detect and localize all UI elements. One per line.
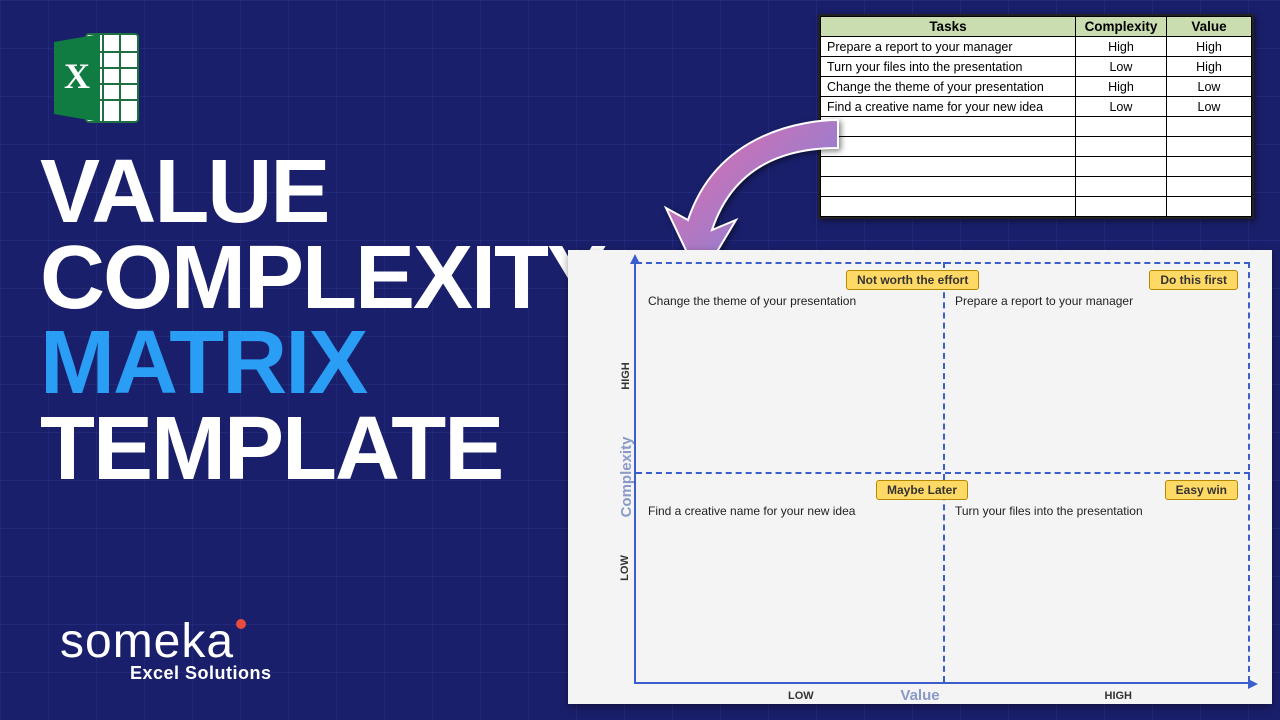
- cell-value: High: [1167, 57, 1252, 77]
- cell-value: Low: [1167, 97, 1252, 117]
- table-row: Change the theme of your presentationHig…: [821, 77, 1252, 97]
- title-line-4: TEMPLATE: [40, 407, 605, 493]
- table-row-empty: [821, 117, 1252, 137]
- quad-item-br: Turn your files into the presentation: [955, 504, 1143, 518]
- cell-value: Low: [1167, 77, 1252, 97]
- table-row-empty: [821, 197, 1252, 217]
- cell-value: High: [1167, 37, 1252, 57]
- brand-dot-icon: [236, 619, 246, 629]
- quad-item-tl: Change the theme of your presentation: [648, 294, 856, 308]
- y-axis-label: Complexity: [618, 437, 635, 518]
- title-line-3: MATRIX: [40, 321, 605, 407]
- table-header-row: Tasks Complexity Value: [821, 17, 1252, 37]
- table-row-empty: [821, 137, 1252, 157]
- cell-complexity: Low: [1075, 97, 1166, 117]
- cell-task: Prepare a report to your manager: [821, 37, 1076, 57]
- y-tick-high: HIGH: [620, 362, 632, 390]
- quad-item-tr: Prepare a report to your manager: [955, 294, 1133, 308]
- svg-text:X: X: [64, 56, 90, 96]
- brand-subtitle: Excel Solutions: [130, 663, 272, 684]
- table-row: Turn your files into the presentationLow…: [821, 57, 1252, 77]
- col-value: Value: [1167, 17, 1252, 37]
- y-tick-low: LOW: [619, 555, 631, 581]
- table-row-empty: [821, 177, 1252, 197]
- value-complexity-chart: Complexity HIGH LOW Not worth the effort…: [568, 250, 1272, 704]
- quad-label-easy-win: Easy win: [1165, 480, 1238, 500]
- title-line-2: COMPLEXITY: [40, 236, 605, 322]
- table-row: Prepare a report to your managerHighHigh: [821, 37, 1252, 57]
- table-row-empty: [821, 157, 1252, 177]
- cell-complexity: Low: [1075, 57, 1166, 77]
- x-axis-label: Value: [900, 687, 939, 704]
- brand-logo: someka Excel Solutions: [60, 614, 272, 684]
- col-complexity: Complexity: [1075, 17, 1166, 37]
- cell-task: Change the theme of your presentation: [821, 77, 1076, 97]
- excel-icon: X: [46, 28, 146, 133]
- title-line-1: VALUE: [40, 150, 605, 236]
- cell-complexity: High: [1075, 77, 1166, 97]
- v-divider: [943, 262, 945, 682]
- x-tick-low: LOW: [788, 690, 814, 702]
- x-tick-high: HIGH: [1105, 690, 1133, 702]
- title-block: VALUE COMPLEXITY MATRIX TEMPLATE: [40, 150, 605, 492]
- quad-label-do-first: Do this first: [1149, 270, 1238, 290]
- cell-complexity: High: [1075, 37, 1166, 57]
- cell-task: Turn your files into the presentation: [821, 57, 1076, 77]
- quad-label-not-worth: Not worth the effort: [846, 270, 979, 290]
- brand-name: someka: [60, 615, 234, 668]
- quad-label-maybe: Maybe Later: [876, 480, 968, 500]
- plot-area: Not worth the effort Do this first Maybe…: [634, 262, 1250, 684]
- col-tasks: Tasks: [821, 17, 1076, 37]
- quad-item-bl: Find a creative name for your new idea: [648, 504, 855, 518]
- table-row: Find a creative name for your new ideaLo…: [821, 97, 1252, 117]
- tasks-table: Tasks Complexity Value Prepare a report …: [818, 14, 1254, 219]
